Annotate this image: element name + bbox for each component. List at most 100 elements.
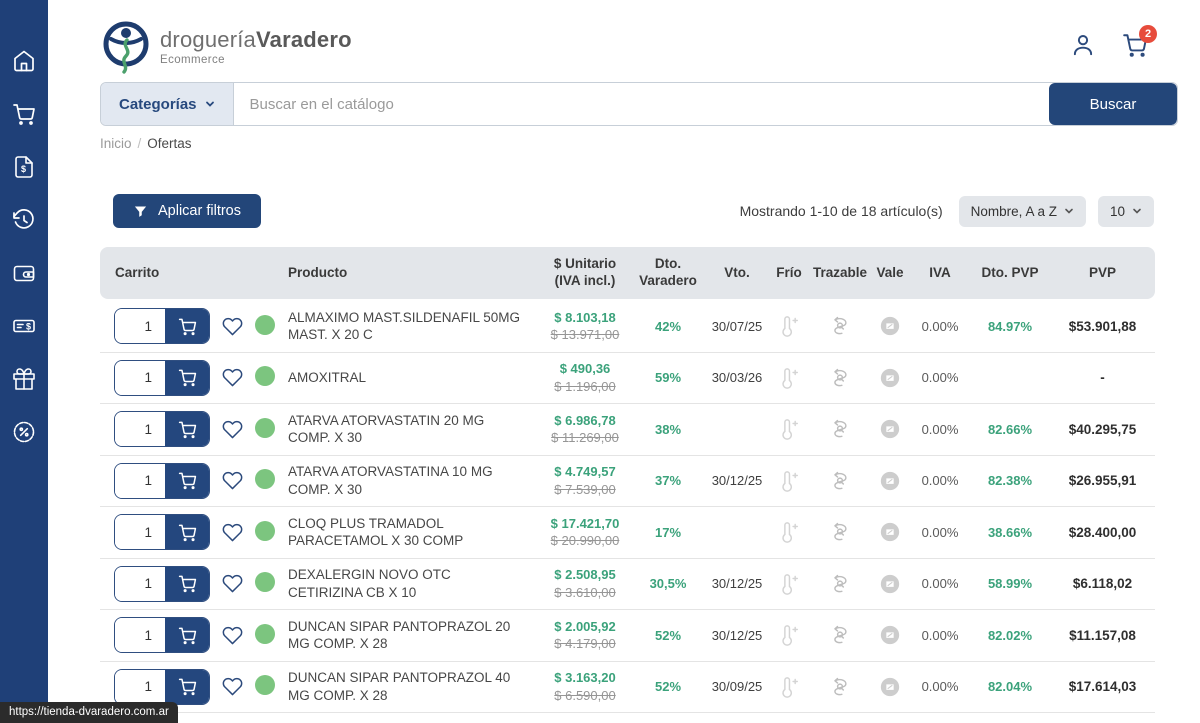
traceable-cell	[810, 367, 870, 389]
sidebar-item-payments[interactable]: $	[11, 313, 37, 339]
quantity-control	[114, 514, 210, 550]
pvp-value: $53.901,88	[1050, 319, 1155, 334]
favorite-button[interactable]	[214, 367, 250, 388]
traceability-route-icon	[829, 418, 851, 440]
product-name: DEXALERGIN NOVO OTC CETIRIZINA CB X 10	[280, 566, 540, 601]
page-size-dropdown[interactable]: 10	[1098, 196, 1154, 227]
apply-filters-button[interactable]: Aplicar filtros	[113, 194, 261, 228]
sidebar-item-invoices[interactable]: $	[11, 154, 37, 180]
header-actions: 2	[1070, 18, 1178, 63]
svg-text:$: $	[21, 164, 26, 174]
expiry-date: 30/12/25	[706, 473, 768, 488]
discount-varadero: 42%	[630, 319, 706, 334]
add-to-cart-button[interactable]	[165, 567, 209, 601]
heart-icon	[222, 316, 243, 337]
stock-indicator-dot	[255, 572, 275, 592]
brand-logo[interactable]: drogueríaVaradero Ecommerce	[100, 18, 352, 74]
brand-name-light: droguería	[160, 27, 256, 52]
add-to-cart-button[interactable]	[165, 412, 209, 446]
quantity-input[interactable]	[115, 412, 165, 446]
chevron-down-icon	[1064, 206, 1074, 216]
voucher-badge-icon	[879, 367, 901, 389]
chevron-down-icon	[1132, 206, 1142, 216]
quantity-control	[114, 669, 210, 705]
toolbar-right: Mostrando 1-10 de 18 artículo(s) Nombre,…	[740, 196, 1154, 227]
favorite-button[interactable]	[214, 522, 250, 543]
favorite-button[interactable]	[214, 573, 250, 594]
sidebar-item-offers[interactable]	[11, 419, 37, 445]
breadcrumb-home[interactable]: Inicio	[100, 136, 132, 151]
voucher-badge-icon	[879, 624, 901, 646]
unit-price: $ 2.005,92	[540, 618, 630, 636]
cold-chain-cell	[768, 418, 810, 440]
quantity-input[interactable]	[115, 670, 165, 704]
col-header-carrito: Carrito	[100, 265, 214, 282]
sidebar-item-gifts[interactable]	[11, 366, 37, 392]
sidebar-item-wallet[interactable]	[11, 260, 37, 286]
search-button[interactable]: Buscar	[1049, 83, 1177, 125]
quantity-input[interactable]	[115, 464, 165, 498]
pvp-value: $26.955,91	[1050, 473, 1155, 488]
sort-dropdown[interactable]: Nombre, A a Z	[959, 196, 1086, 227]
add-to-cart-button[interactable]	[165, 361, 209, 395]
traceable-cell	[810, 418, 870, 440]
expiry-date: 30/03/26	[706, 370, 768, 385]
voucher-badge-icon	[879, 676, 901, 698]
add-to-cart-button[interactable]	[165, 464, 209, 498]
search-input[interactable]	[234, 83, 1049, 125]
product-name: AMOXITRAL	[280, 369, 540, 387]
traceable-cell	[810, 676, 870, 698]
cold-chain-cell	[768, 521, 810, 543]
add-to-cart-button[interactable]	[165, 670, 209, 704]
col-header-dto-varadero: Dto.Varadero	[630, 256, 706, 290]
quantity-control	[114, 360, 210, 396]
stock-cell	[250, 624, 280, 647]
heart-icon	[222, 676, 243, 697]
favorite-button[interactable]	[214, 625, 250, 646]
add-to-cart-icon	[178, 368, 197, 387]
favorite-button[interactable]	[214, 316, 250, 337]
table-row: CLOQ PLUS TRAMADOL PARACETAMOL X 30 COMP…	[100, 507, 1155, 559]
main-content: drogueríaVaradero Ecommerce 2 Categorías…	[48, 0, 1200, 713]
sidebar-item-cart[interactable]	[11, 101, 37, 127]
wallet-icon	[12, 261, 36, 285]
col-header-vto: Vto.	[706, 265, 768, 282]
voucher-cell	[870, 676, 910, 698]
thermometer-icon	[778, 521, 800, 543]
cart-cell	[100, 411, 214, 447]
voucher-cell	[870, 573, 910, 595]
add-to-cart-button[interactable]	[165, 309, 209, 343]
quantity-input[interactable]	[115, 567, 165, 601]
add-to-cart-button[interactable]	[165, 618, 209, 652]
heart-icon	[222, 522, 243, 543]
unit-price-cell: $ 3.163,20 $ 6.590,00	[540, 669, 630, 704]
sidebar-item-home[interactable]	[11, 48, 37, 74]
sidebar: $ $	[0, 0, 48, 723]
cold-chain-cell	[768, 573, 810, 595]
quantity-control	[114, 308, 210, 344]
unit-price-old: $ 6.590,00	[540, 687, 630, 705]
traceability-route-icon	[829, 676, 851, 698]
heart-icon	[222, 573, 243, 594]
quantity-input[interactable]	[115, 309, 165, 343]
cart-cell	[100, 669, 214, 705]
favorite-button[interactable]	[214, 419, 250, 440]
quantity-input[interactable]	[115, 361, 165, 395]
cart-button[interactable]: 2	[1122, 32, 1148, 63]
discount-varadero: 59%	[630, 370, 706, 385]
categories-dropdown[interactable]: Categorías	[101, 83, 234, 125]
quantity-input[interactable]	[115, 618, 165, 652]
discount-pvp: 38.66%	[970, 525, 1050, 540]
add-to-cart-icon	[178, 523, 197, 542]
account-button[interactable]	[1070, 32, 1096, 63]
cart-cell	[100, 617, 214, 653]
stock-cell	[250, 572, 280, 595]
thermometer-icon	[778, 315, 800, 337]
sidebar-item-history[interactable]	[11, 207, 37, 233]
quantity-input[interactable]	[115, 515, 165, 549]
stock-indicator-dot	[255, 418, 275, 438]
add-to-cart-button[interactable]	[165, 515, 209, 549]
voucher-badge-icon	[879, 573, 901, 595]
favorite-button[interactable]	[214, 470, 250, 491]
favorite-button[interactable]	[214, 676, 250, 697]
